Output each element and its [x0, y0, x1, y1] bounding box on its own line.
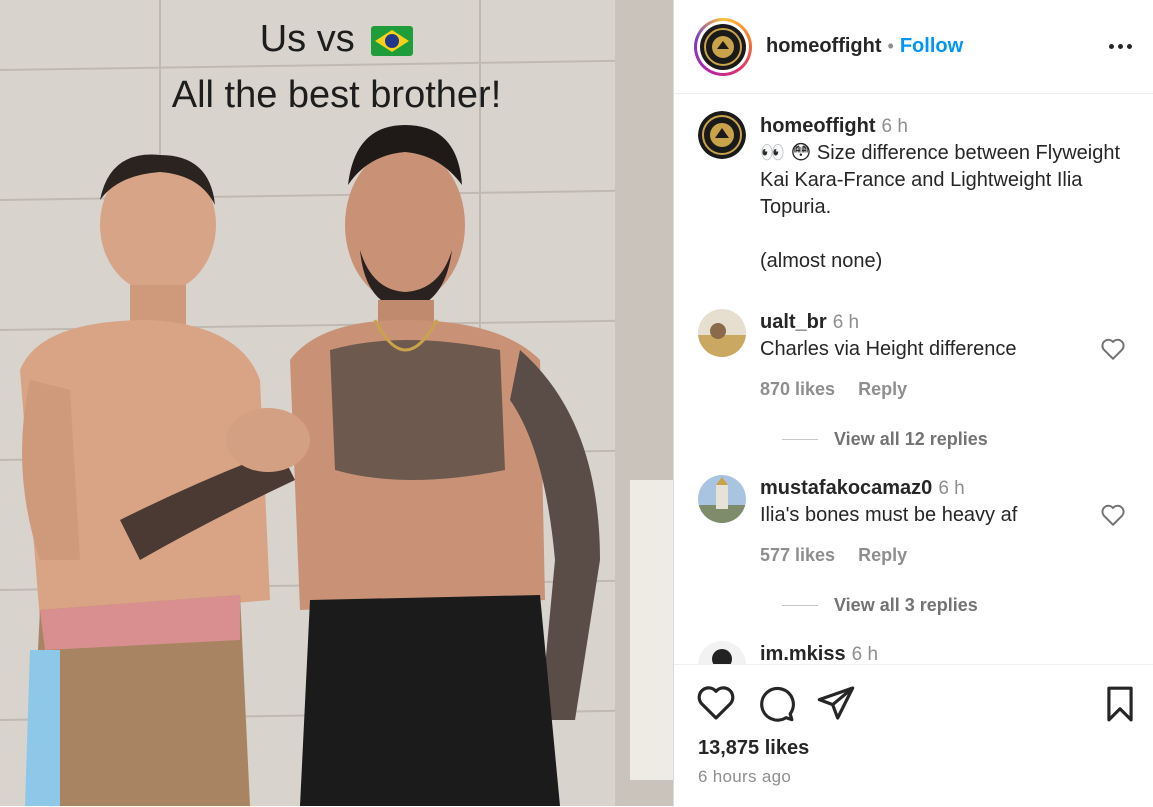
comment-time: 6 h: [832, 312, 860, 333]
avatar-image: [698, 475, 746, 523]
comment-likes[interactable]: 870 likes: [760, 379, 835, 399]
home-of-fight-logo-icon: [704, 27, 742, 66]
view-replies-button[interactable]: View all 3 replies: [782, 595, 978, 616]
comment-likes[interactable]: 577 likes: [760, 545, 835, 565]
view-replies-label[interactable]: View all 12 replies: [834, 429, 988, 450]
comment-time: 6 h: [851, 644, 879, 665]
comment-time: 6 h: [938, 478, 965, 499]
avatar-image: [698, 309, 746, 357]
caption-emojis: 👀 😳: [760, 142, 812, 164]
reply-button[interactable]: Reply: [858, 379, 907, 399]
comment-text: Ilia's bones must be heavy af: [760, 504, 1018, 526]
share-paper-plane-icon[interactable]: [816, 683, 856, 723]
like-comment-heart-icon[interactable]: [1100, 337, 1126, 361]
comment-text-block: mustafakocamaz0 6 h Ilia's bones must be …: [760, 475, 1090, 529]
bookmark-icon[interactable]: [1103, 685, 1137, 723]
replies-line: [782, 605, 818, 606]
commenter-avatar[interactable]: [698, 641, 746, 665]
post-timestamp: 6 hours ago: [698, 767, 792, 786]
follow-button[interactable]: Follow: [900, 35, 963, 58]
avatar-image: [698, 641, 746, 665]
comment-text-block: im.mkiss 6 h: [760, 641, 1090, 665]
post-sidebar: homeoffight • Follow homeoffight 6 h 👀 😳 …: [673, 0, 1153, 806]
caption-text: homeoffight 6 h 👀 😳 Size difference betwe…: [760, 113, 1140, 275]
comment-text: Charles via Height difference: [760, 338, 1017, 360]
comment-meta: 870 likes Reply: [760, 379, 925, 400]
photo-illustration: [0, 0, 673, 806]
overlay-line-1: Us vs: [0, 18, 673, 61]
comments-section[interactable]: homeoffight 6 h 👀 😳 Size difference betwe…: [674, 95, 1153, 665]
caption-avatar[interactable]: [698, 111, 746, 159]
view-replies-label[interactable]: View all 3 replies: [834, 595, 978, 616]
header-username[interactable]: homeoffight: [766, 35, 882, 58]
more-options-icon[interactable]: [1107, 36, 1133, 56]
post-header: homeoffight • Follow: [674, 0, 1153, 94]
caption-body: Size difference between Flyweight Kai Ka…: [760, 142, 1121, 218]
replies-line: [782, 439, 818, 440]
comment-meta: 577 likes Reply: [760, 545, 925, 566]
reply-button[interactable]: Reply: [858, 545, 907, 565]
comment-username[interactable]: im.mkiss: [760, 643, 846, 665]
comment-username[interactable]: mustafakocamaz0: [760, 477, 932, 499]
brazil-flag-icon: [371, 25, 414, 56]
post-actions: 13,875 likes 6 hours ago: [674, 664, 1153, 807]
comment-text-block: ualt_br 6 h Charles via Height difference: [760, 309, 1090, 363]
action-icons: [696, 683, 856, 723]
view-replies-button[interactable]: View all 12 replies: [782, 429, 988, 450]
caption-body-2: (almost none): [760, 250, 883, 272]
comment-username[interactable]: ualt_br: [760, 311, 827, 333]
story-ring[interactable]: [694, 17, 752, 76]
home-of-fight-logo-icon: [698, 111, 746, 159]
commenter-avatar[interactable]: [698, 309, 746, 357]
comment-bubble-icon[interactable]: [756, 683, 796, 723]
like-comment-heart-icon[interactable]: [1100, 503, 1126, 527]
likes-count[interactable]: 13,875 likes: [698, 737, 809, 760]
like-heart-icon[interactable]: [696, 683, 736, 723]
commenter-avatar[interactable]: [698, 475, 746, 523]
post-photo[interactable]: Us vs All the best brother!: [0, 0, 673, 806]
overlay-line-2: All the best brother!: [171, 74, 502, 116]
caption-username[interactable]: homeoffight: [760, 115, 876, 137]
overlay-text-us-vs: Us vs: [259, 18, 355, 60]
caption-time: 6 h: [881, 116, 908, 137]
separator-dot: •: [887, 36, 894, 56]
avatar[interactable]: [700, 23, 746, 70]
